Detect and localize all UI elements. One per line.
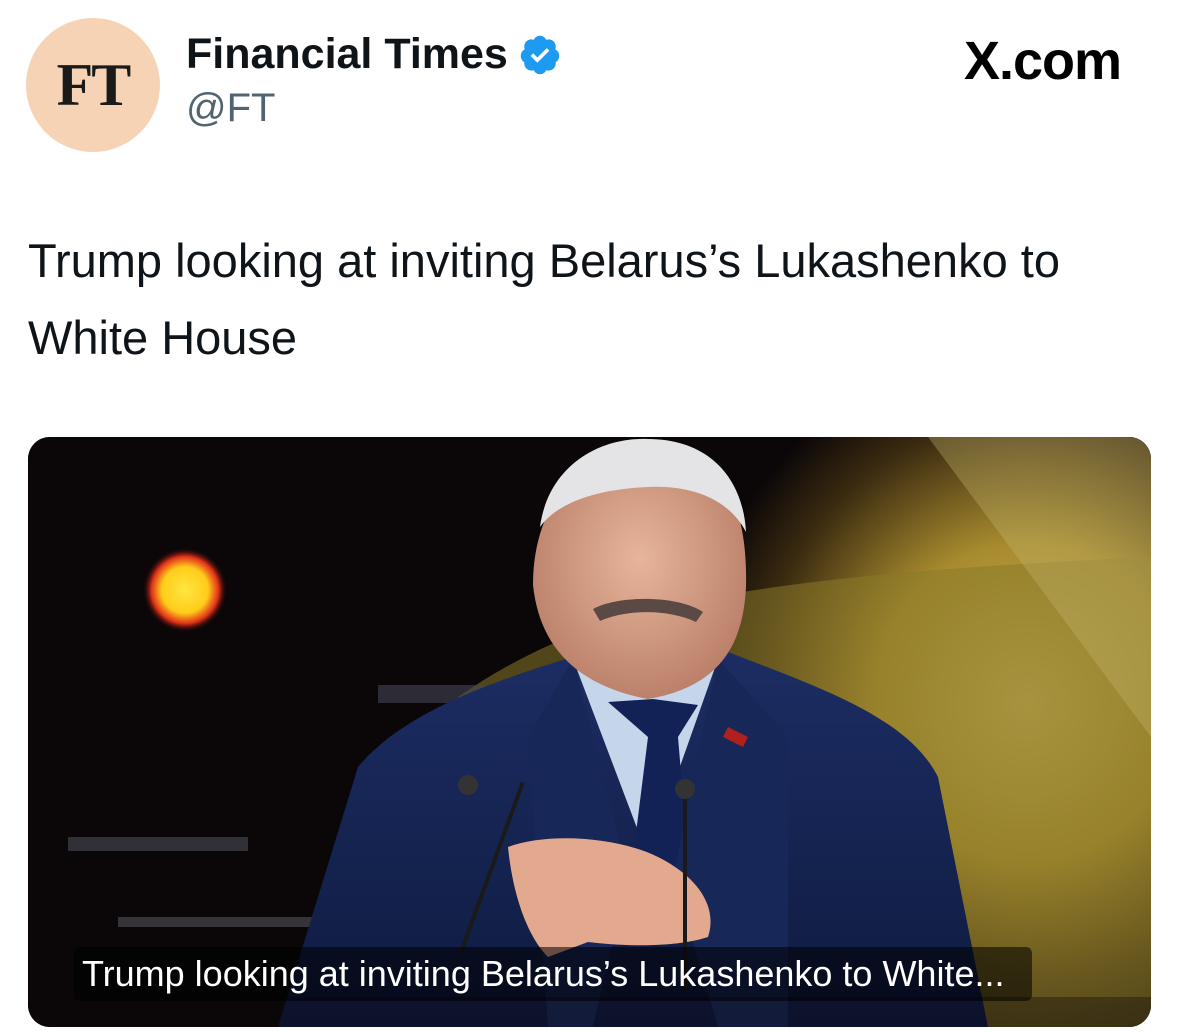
- verified-badge-icon: [520, 35, 560, 74]
- link-card-image: [28, 437, 1151, 1027]
- link-card-caption: Trump looking at inviting Belarus’s Luka…: [74, 947, 1033, 1001]
- source-site-label: X.com: [963, 31, 1122, 91]
- author-name-row: Financial Times: [186, 30, 562, 79]
- author-handle[interactable]: @FT: [186, 86, 275, 131]
- avatar-logo-text: FT: [56, 51, 132, 118]
- link-card[interactable]: Trump looking at inviting Belarus’s Luka…: [28, 437, 1151, 1027]
- author-display-name[interactable]: Financial Times: [186, 30, 508, 79]
- post-text: Trump looking at inviting Belarus’s Luka…: [28, 234, 1060, 364]
- tweet-screenshot: FT Financial Times @FT X.com Trump looki…: [0, 0, 1179, 1032]
- avatar[interactable]: FT: [26, 18, 160, 152]
